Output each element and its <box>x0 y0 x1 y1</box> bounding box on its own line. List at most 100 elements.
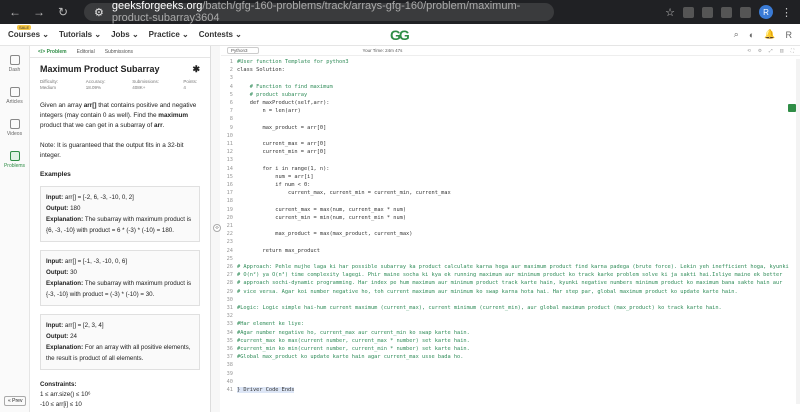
code-line[interactable]: def maxProduct(self,arr): <box>237 100 330 106</box>
line-number: 7 <box>229 108 233 115</box>
line-number: 30 <box>226 296 233 303</box>
sidebar-item-articles[interactable]: Articles <box>0 82 29 110</box>
accuracy: Accuracy: 18.09% <box>85 79 106 90</box>
line-number: 22 <box>226 231 233 238</box>
expand-icon[interactable]: ⛶ <box>791 48 794 54</box>
resize-handle-icon[interactable]: ‹› <box>213 224 221 232</box>
panel-splitter[interactable]: ‹› <box>210 46 221 412</box>
code-line[interactable]: # Approach: Pehle mujhe laga ki har poss… <box>237 264 789 270</box>
editor-scrollbar[interactable] <box>796 59 800 404</box>
menu-courses[interactable]: Courses ⌄ <box>8 30 49 39</box>
code-line[interactable]: # product subarray <box>237 92 307 98</box>
search-icon[interactable]: ⌕ <box>734 29 739 40</box>
gfg-logo[interactable]: GG <box>390 27 410 43</box>
line-number: 37 <box>226 354 233 361</box>
code-line[interactable]: current_max = max(num, current_max * num… <box>237 207 406 213</box>
sidebar-item-videos[interactable]: Videos <box>0 114 29 142</box>
line-number: 2 <box>229 67 233 74</box>
code-line[interactable]: current_max, current_min = current_min, … <box>237 190 451 196</box>
code-line[interactable]: if num < 0: <box>237 182 310 188</box>
menu-jobs[interactable]: Jobs ⌄ <box>111 30 139 39</box>
code-line[interactable]: # O(n²) ya O(n³) time complexity lagegi.… <box>237 272 782 278</box>
menu-contests[interactable]: Contests ⌄ <box>199 30 242 39</box>
bug-report-icon[interactable]: ✱ <box>192 64 200 75</box>
settings-icon[interactable]: ⚙ <box>758 48 762 54</box>
chat-icon[interactable] <box>788 104 796 112</box>
line-number: 12 <box>226 149 233 156</box>
code-line[interactable]: max_product = arr[0] <box>237 125 327 131</box>
more-menu-icon[interactable]: ⋮ <box>781 6 792 19</box>
code-line[interactable]: current_min = arr[0] <box>237 149 327 155</box>
code-area[interactable]: 1 #User function Template for python3 2 cla… <box>221 59 800 404</box>
line-number: 38 <box>226 362 233 369</box>
sidebar-item-dash[interactable]: Dash <box>0 50 29 78</box>
user-avatar[interactable]: R <box>786 30 793 40</box>
profile-avatar[interactable]: R <box>759 5 773 19</box>
dashboard-icon <box>9 55 20 65</box>
extension-icon[interactable] <box>721 6 732 18</box>
menu-practice[interactable]: Practice ⌄ <box>149 30 189 39</box>
line-number: 14 <box>226 165 233 172</box>
line-number: 35 <box>226 337 233 344</box>
line-number: 39 <box>226 370 233 377</box>
extension-icon[interactable] <box>683 6 694 18</box>
code-line[interactable]: } Driver Code Ends <box>237 387 295 393</box>
tab-submissions[interactable]: Submissions <box>105 49 133 55</box>
code-line[interactable]: # Function to find maximum <box>237 84 333 90</box>
line-number: 40 <box>226 378 233 385</box>
menu-tutorials[interactable]: Tutorials ⌄ <box>59 30 101 39</box>
sidebar-item-problems[interactable]: Problems <box>0 146 29 174</box>
site-info-icon[interactable]: ⚙ <box>94 6 104 19</box>
line-number: 19 <box>226 206 233 213</box>
line-number: 1 <box>229 59 233 65</box>
problem-panel: </> Problem Editorial Submissions Maximu… <box>30 46 210 412</box>
code-line[interactable]: for i in range(1, n): <box>237 166 330 172</box>
code-editor[interactable]: Python3 Your Time: 24m 47s ⟲ ⚙ ⤢ ▥ ⛶ 1 #U… <box>221 46 800 412</box>
line-number: 26 <box>226 264 233 270</box>
extension-icon[interactable] <box>702 6 713 18</box>
code-line[interactable]: #Har element ke liye: <box>237 321 304 327</box>
line-number: 36 <box>226 346 233 352</box>
address-bar[interactable]: ⚙ geeksforgeeks.org/batch/gfg-160-proble… <box>84 0 554 24</box>
forward-icon[interactable]: → <box>32 5 46 19</box>
line-number: 11 <box>226 141 233 147</box>
tab-editorial[interactable]: Editorial <box>77 49 95 55</box>
notification-bell-icon[interactable]: 🔔 <box>764 29 775 40</box>
code-line[interactable]: #Agar number negative ho, current_max au… <box>237 330 470 336</box>
line-number: 27 <box>226 272 233 279</box>
line-number: 15 <box>226 173 233 180</box>
extensions-puzzle-icon[interactable] <box>740 6 751 18</box>
tab-problem[interactable]: </> Problem <box>38 49 67 55</box>
code-line[interactable]: current_max = arr[0] <box>237 141 327 147</box>
bookmark-star-icon[interactable]: ☆ <box>665 6 675 19</box>
code-line[interactable]: # vice versa. Agar koi number negative h… <box>237 289 738 295</box>
line-number: 8 <box>229 116 233 123</box>
code-line[interactable]: max_product = max(max_product, current_m… <box>237 231 412 237</box>
fullscreen-icon[interactable]: ⤢ <box>769 48 773 54</box>
code-line[interactable]: #current_min ko min(current number, curr… <box>237 346 470 352</box>
left-sidebar: Dash Articles Videos Problems « Prev <box>0 46 30 412</box>
code-line[interactable]: #User function Template for python3 <box>237 59 349 65</box>
code-line[interactable]: #Global max_product ko update karte hain… <box>237 354 463 360</box>
code-line[interactable]: n = len(arr) <box>237 108 301 114</box>
code-line[interactable]: #Logic: Logic simple hai-hum current max… <box>237 305 722 311</box>
code-line[interactable]: #current_max ko max(current number, curr… <box>237 338 470 344</box>
line-number: 5 <box>229 91 233 98</box>
timer: Your Time: 24m 47s <box>362 48 403 53</box>
theme-toggle-icon[interactable]: ◐ <box>749 30 754 40</box>
reload-icon[interactable]: ↻ <box>56 5 70 19</box>
line-number: 9 <box>229 124 233 131</box>
split-icon[interactable]: ▥ <box>780 48 784 54</box>
code-line[interactable]: num = arr[i] <box>237 174 313 180</box>
prev-button[interactable]: « Prev <box>4 396 27 406</box>
problem-note: Note: It is guaranteed that the output f… <box>40 142 184 159</box>
code-line[interactable]: current_min = min(num, current_min * num… <box>237 215 406 221</box>
language-select[interactable]: Python3 <box>227 47 259 54</box>
code-line[interactable]: class Solution: <box>237 67 285 73</box>
code-line[interactable]: return max_product <box>237 248 320 254</box>
line-number: 23 <box>226 239 233 246</box>
back-icon[interactable]: ← <box>8 5 22 19</box>
reset-icon[interactable]: ⟲ <box>747 48 751 54</box>
code-line[interactable]: # approach sochi-dynamic programming. Ha… <box>237 280 782 286</box>
line-number: 16 <box>226 182 233 188</box>
